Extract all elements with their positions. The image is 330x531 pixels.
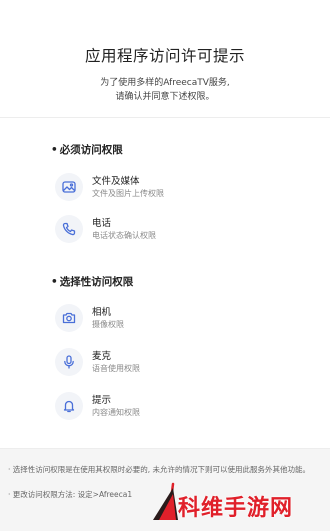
- permission-item-phone: 电话 电话状态确认权限: [55, 215, 295, 245]
- subtitle-line-1: 为了使用多样的AfreecaTV服务,: [100, 78, 230, 88]
- camera-icon: [55, 304, 83, 332]
- required-section-title-text: 必须访问权限: [59, 144, 123, 156]
- permission-desc: 文件及图片上传权限: [92, 189, 164, 198]
- permission-desc: 语音使用权限: [92, 364, 140, 373]
- permission-name: 电话: [92, 218, 112, 229]
- permission-name: 文件及媒体: [92, 176, 140, 187]
- permission-desc: 内容通知权限: [92, 408, 140, 417]
- footer-note-1: · 选择性访问权限是在使用其权限时必要的, 未允许的情况下则可以使用此服务外其他…: [8, 465, 311, 474]
- dialog-title: 应用程序访问许可提示: [84, 47, 245, 65]
- bell-icon: [55, 392, 83, 420]
- image-icon: [55, 173, 83, 201]
- permission-desc: 电话状态确认权限: [92, 231, 156, 240]
- permission-name: 相机: [92, 307, 112, 318]
- permission-item-notification: 提示 内容通知权限: [55, 392, 295, 422]
- watermark-text: 科维手游网: [178, 496, 294, 521]
- required-section-title: • 必须访问权限: [51, 144, 123, 156]
- permission-desc: 摄像权限: [92, 320, 124, 329]
- site-watermark: 科维手游网: [145, 480, 330, 531]
- phone-icon: [55, 215, 83, 243]
- permission-name: 麦克: [92, 351, 112, 362]
- permission-item-camera: 相机 摄像权限: [55, 304, 295, 334]
- header-divider: [0, 117, 330, 118]
- optional-section-title: • 选择性访问权限: [51, 276, 134, 288]
- subtitle-line-2: 请确认并同意下述权限。: [115, 92, 215, 102]
- permission-item-files: 文件及媒体 文件及图片上传权限: [55, 173, 295, 203]
- microphone-icon: [55, 348, 83, 376]
- permission-name: 提示: [92, 395, 112, 406]
- dialog-subtitle: 为了使用多样的AfreecaTV服务, 请确认并同意下述权限。: [0, 76, 330, 104]
- optional-section-title-text: 选择性访问权限: [59, 276, 134, 288]
- permission-item-microphone: 麦克 语音使用权限: [55, 348, 295, 378]
